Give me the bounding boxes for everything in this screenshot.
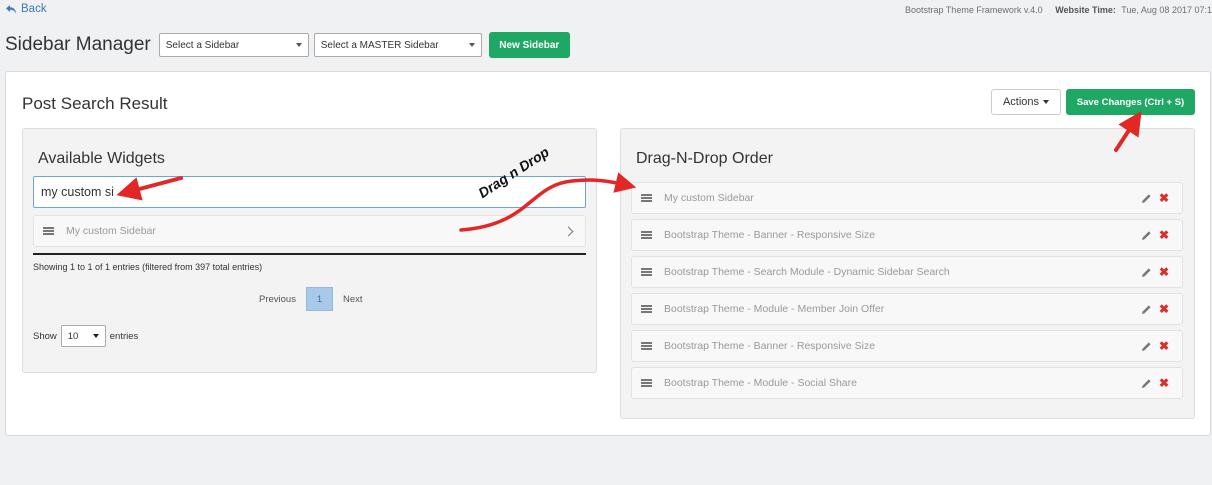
caret-down-icon xyxy=(468,43,475,47)
caret-down-icon xyxy=(92,334,99,338)
main-panel: Post Search Result Actions Save Changes … xyxy=(5,71,1211,436)
entries-info: Showing 1 to 1 of 1 entries (filtered fr… xyxy=(33,262,263,272)
caret-down-icon xyxy=(295,43,302,47)
order-item[interactable]: Bootstrap Theme - Banner - Responsive Si… xyxy=(631,219,1183,251)
pencil-icon[interactable] xyxy=(1140,266,1152,278)
page-length-select[interactable]: 10 xyxy=(60,325,106,347)
page-title: Sidebar Manager xyxy=(5,34,151,55)
sidebar-select-value: Select a Sidebar xyxy=(165,39,240,51)
drag-handle-icon[interactable] xyxy=(43,227,54,235)
available-widgets-title: Available Widgets xyxy=(38,150,165,167)
delete-x-icon[interactable]: ✖ xyxy=(1158,377,1170,389)
back-label: Back xyxy=(21,3,47,15)
order-list: My custom Sidebar ✖ Bootstrap Theme - Ba… xyxy=(631,182,1183,404)
order-item[interactable]: Bootstrap Theme - Module - Social Share … xyxy=(631,367,1183,399)
website-time-value: Tue, Aug 08 2017 07:13 am SST xyxy=(1121,5,1212,15)
framework-version: Bootstrap Theme Framework v.4.0 xyxy=(904,5,1043,15)
widget-label: My custom Sidebar xyxy=(66,225,156,237)
entries-label: entries xyxy=(109,330,139,342)
actions-dropdown-button[interactable]: Actions xyxy=(991,89,1061,115)
order-item-label: Bootstrap Theme - Banner - Responsive Si… xyxy=(664,340,876,352)
reply-arrow-icon xyxy=(6,4,16,14)
drag-drop-order-title: Drag-N-Drop Order xyxy=(636,150,773,167)
pagination-previous[interactable]: Previous xyxy=(249,294,306,305)
order-item[interactable]: Bootstrap Theme - Search Module - Dynami… xyxy=(631,256,1183,288)
drag-drop-order-panel: Drag-N-Drop Order My custom Sidebar ✖ Bo… xyxy=(620,128,1195,419)
master-sidebar-select-value: Select a MASTER Sidebar xyxy=(320,39,439,51)
back-link[interactable]: Back xyxy=(5,3,47,15)
top-bar: Back Bootstrap Theme Framework v.4.0 Web… xyxy=(0,0,1212,22)
pagination: Previous 1 Next xyxy=(249,287,373,311)
website-time-label: Website Time: xyxy=(1055,5,1116,15)
available-widget-row[interactable]: My custom Sidebar xyxy=(33,215,586,247)
pencil-icon[interactable] xyxy=(1140,340,1152,352)
order-item-label: Bootstrap Theme - Banner - Responsive Si… xyxy=(664,229,876,241)
new-sidebar-button[interactable]: New Sidebar xyxy=(488,32,570,58)
table-divider xyxy=(33,253,586,255)
order-item[interactable]: Bootstrap Theme - Banner - Responsive Si… xyxy=(631,330,1183,362)
pencil-icon[interactable] xyxy=(1140,229,1152,241)
pagination-page-current[interactable]: 1 xyxy=(305,287,333,311)
pagination-next[interactable]: Next xyxy=(333,294,373,305)
chevron-right-icon[interactable] xyxy=(563,226,574,236)
order-item[interactable]: Bootstrap Theme - Module - Member Join O… xyxy=(631,293,1183,325)
page-length-value: 10 xyxy=(67,330,79,342)
delete-x-icon[interactable]: ✖ xyxy=(1158,229,1170,241)
order-item[interactable]: My custom Sidebar ✖ xyxy=(631,182,1183,214)
drag-handle-icon[interactable] xyxy=(641,194,652,202)
drag-handle-icon[interactable] xyxy=(641,342,652,350)
caret-down-icon xyxy=(1043,100,1050,104)
section-title: Post Search Result xyxy=(22,94,168,113)
drag-handle-icon[interactable] xyxy=(641,268,652,276)
pencil-icon[interactable] xyxy=(1140,377,1152,389)
order-item-label: Bootstrap Theme - Module - Social Share xyxy=(664,377,857,389)
delete-x-icon[interactable]: ✖ xyxy=(1158,340,1170,352)
page-length-control: Show 10 entries xyxy=(33,325,138,347)
delete-x-icon[interactable]: ✖ xyxy=(1158,192,1170,204)
save-changes-button[interactable]: Save Changes (Ctrl + S) xyxy=(1066,89,1195,115)
drag-handle-icon[interactable] xyxy=(641,379,652,387)
drag-handle-icon[interactable] xyxy=(641,305,652,313)
site-meta: Bootstrap Theme Framework v.4.0 Website … xyxy=(905,5,1212,15)
actions-label: Actions xyxy=(1002,96,1040,108)
header-row: Sidebar Manager Select a Sidebar Select … xyxy=(5,31,570,59)
pencil-icon[interactable] xyxy=(1140,303,1152,315)
order-item-label: My custom Sidebar xyxy=(664,192,754,204)
pencil-icon[interactable] xyxy=(1140,192,1152,204)
drag-handle-icon[interactable] xyxy=(641,231,652,239)
master-sidebar-select[interactable]: Select a MASTER Sidebar xyxy=(313,33,482,57)
delete-x-icon[interactable]: ✖ xyxy=(1158,266,1170,278)
order-item-label: Bootstrap Theme - Search Module - Dynami… xyxy=(664,266,950,278)
sidebar-select[interactable]: Select a Sidebar xyxy=(158,33,309,57)
order-item-label: Bootstrap Theme - Module - Member Join O… xyxy=(664,303,885,315)
delete-x-icon[interactable]: ✖ xyxy=(1158,303,1170,315)
show-label: Show xyxy=(33,330,57,342)
